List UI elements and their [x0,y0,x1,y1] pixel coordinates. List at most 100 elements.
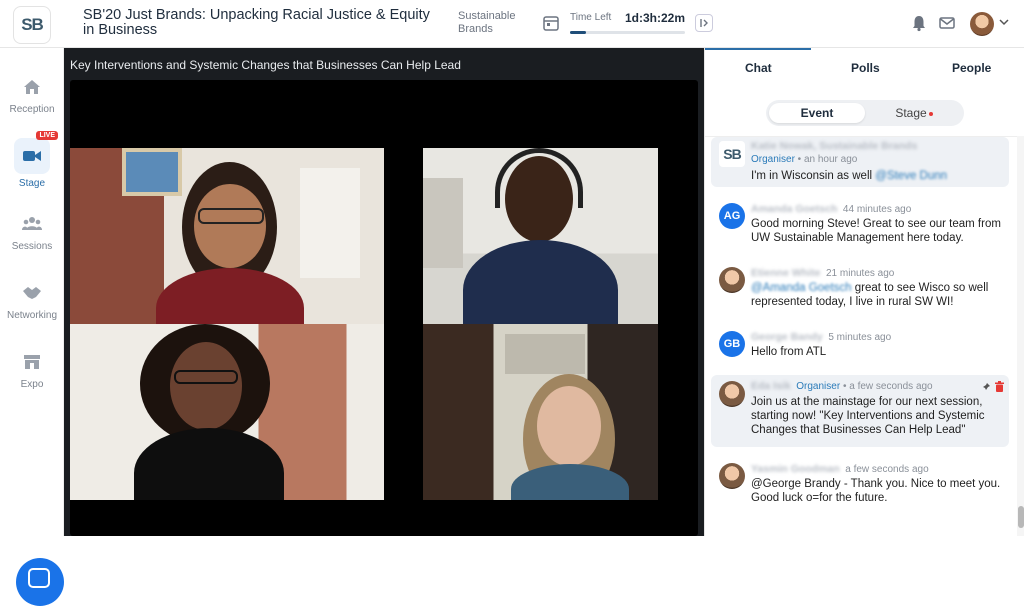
message-avatar [719,381,745,407]
live-badge: LIVE [36,131,58,140]
people-group-icon [22,217,42,230]
unread-dot [928,111,933,116]
organizer-name: Sustainable Brands [458,10,516,35]
collapse-panel-button[interactable] [695,14,713,32]
message-meta: Organiser • an hour ago [751,154,858,165]
chat-message: Yasmin Goodman a few seconds ago @George… [711,459,1009,509]
panel-tabs: Chat Polls People [705,48,1024,88]
segment-stage[interactable]: Stage [866,103,962,123]
stage-area: Key Interventions and Systemic Changes t… [64,48,704,536]
nav-item-networking[interactable]: Networking [0,272,64,334]
segment-event[interactable]: Event [769,103,865,123]
home-icon [24,80,40,94]
segment-stage-label: Stage [895,106,927,120]
time-left-label: Time Left [570,12,612,23]
message-avatar [719,267,745,293]
left-navigation: Reception LIVE Stage Sessions Networking… [0,48,64,606]
tab-polls[interactable]: Polls [851,61,880,75]
author-name: Eda Isik [751,380,791,392]
chat-message: Etienne White 21 minutes ago @Amanda Goe… [711,263,1009,313]
message-text: Good morning Steve! Great to see our tea… [751,218,1001,244]
video-player[interactable] [70,80,698,536]
message-meta: Amanda Goetsch 44 minutes ago [751,203,911,215]
nav-label-networking: Networking [6,310,58,321]
message-text: Hello from ATL [751,346,827,358]
tab-chat[interactable]: Chat [745,61,772,75]
chat-message-pinned: Eda Isik Organiser • a few seconds ago J… [711,375,1009,447]
chat-scope-toggle: Event Stage [766,100,964,126]
mail-icon[interactable] [938,14,956,32]
tab-people[interactable]: People [952,61,991,75]
nav-item-reception[interactable]: Reception [0,66,64,128]
author-name: Amanda Goetsch [751,203,838,215]
top-bar: SB SB'20 Just Brands: Unpacking Racial J… [0,0,1024,48]
author-name: Yasmin Goodman [751,463,840,475]
author-name: George Bandy [751,331,823,343]
side-panel: Chat Polls People Event Stage SB Katie N… [704,48,1024,536]
scroll-thumb[interactable] [1018,506,1024,528]
message-time: a few seconds ago [849,381,933,392]
message-body: I'm in Wisconsin as well [751,170,876,182]
nav-label-reception: Reception [9,104,55,115]
message-author: Katie Nowak, Sustainable Brands [751,140,917,152]
chat-launcher-button[interactable] [16,558,64,606]
active-tab-indicator [705,48,811,50]
message-avatar: AG [719,203,745,229]
storefront-icon [24,355,40,369]
mention-link[interactable]: @Amanda Goetsch [751,282,852,294]
bell-icon[interactable] [910,14,928,32]
video-tile-speaker-2 [423,148,658,324]
message-meta: Yasmin Goodman a few seconds ago [751,463,929,475]
calendar-icon[interactable] [542,14,560,32]
trash-icon[interactable] [995,381,1004,392]
nav-label-sessions: Sessions [11,241,53,252]
pin-icon[interactable] [981,382,991,392]
stage-icon-box: LIVE [14,131,58,174]
mention-link[interactable]: @Steve Dunn [875,170,947,182]
message-text: Join us at the mainstage for our next se… [751,396,985,436]
video-tile-speaker-4 [423,324,658,500]
message-avatar: SB [719,141,745,167]
chevron-down-icon[interactable] [999,18,1009,26]
message-meta: Eda Isik Organiser • a few seconds ago [751,380,933,392]
time-progress-bar [570,31,685,34]
chat-message: GB George Bandy 5 minutes ago Hello from… [711,327,1009,363]
author-name: Katie Nowak, Sustainable Brands [751,140,918,152]
event-title: SB'20 Just Brands: Unpacking Racial Just… [83,7,430,38]
organiser-tag: Organiser [796,381,841,392]
nav-item-sessions[interactable]: Sessions [0,203,64,265]
message-time: 21 minutes ago [825,268,895,279]
chat-message-list[interactable]: SB Katie Nowak, Sustainable Brands Organ… [705,136,1017,536]
chat-bubble-icon [28,568,50,588]
nav-label-stage: Stage [18,178,46,189]
message-meta: Etienne White 21 minutes ago [751,267,894,279]
handshake-icon [23,287,41,299]
user-avatar[interactable] [970,12,994,36]
video-tile-speaker-1 [70,148,384,324]
chat-message: AG Amanda Goetsch 44 minutes ago Good mo… [711,199,1009,249]
logo-text: SB [21,15,44,34]
message-meta: George Bandy 5 minutes ago [751,331,891,343]
message-avatar: GB [719,331,745,357]
time-left-value: 1d:3h:22m [625,11,686,25]
message-time: a few seconds ago [845,464,929,475]
chat-scrollbar[interactable] [1017,136,1024,536]
nav-item-expo[interactable]: Expo [0,341,64,403]
message-time: 44 minutes ago [842,204,912,215]
video-camera-icon [23,151,41,161]
author-name: Etienne White [751,267,821,279]
message-text: @Amanda Goetsch great to see Wisco so we… [751,281,1003,309]
message-text: I'm in Wisconsin as well @Steve Dunn [751,169,1003,183]
chevron-right-icon [700,19,708,27]
nav-item-stage[interactable]: LIVE Stage [0,131,64,196]
organiser-tag: Organiser [751,154,795,165]
video-tile-speaker-3 [70,324,384,500]
nav-label-expo: Expo [20,379,44,390]
message-avatar [719,463,745,489]
time-progress-fill [570,31,587,34]
sb-logo[interactable]: SB [13,6,51,44]
message-text: @George Brandy - Thank you. Nice to meet… [751,478,1001,504]
session-title: Key Interventions and Systemic Changes t… [70,58,461,72]
chat-message: SB Katie Nowak, Sustainable Brands Organ… [711,137,1009,187]
message-time: 5 minutes ago [828,332,892,343]
